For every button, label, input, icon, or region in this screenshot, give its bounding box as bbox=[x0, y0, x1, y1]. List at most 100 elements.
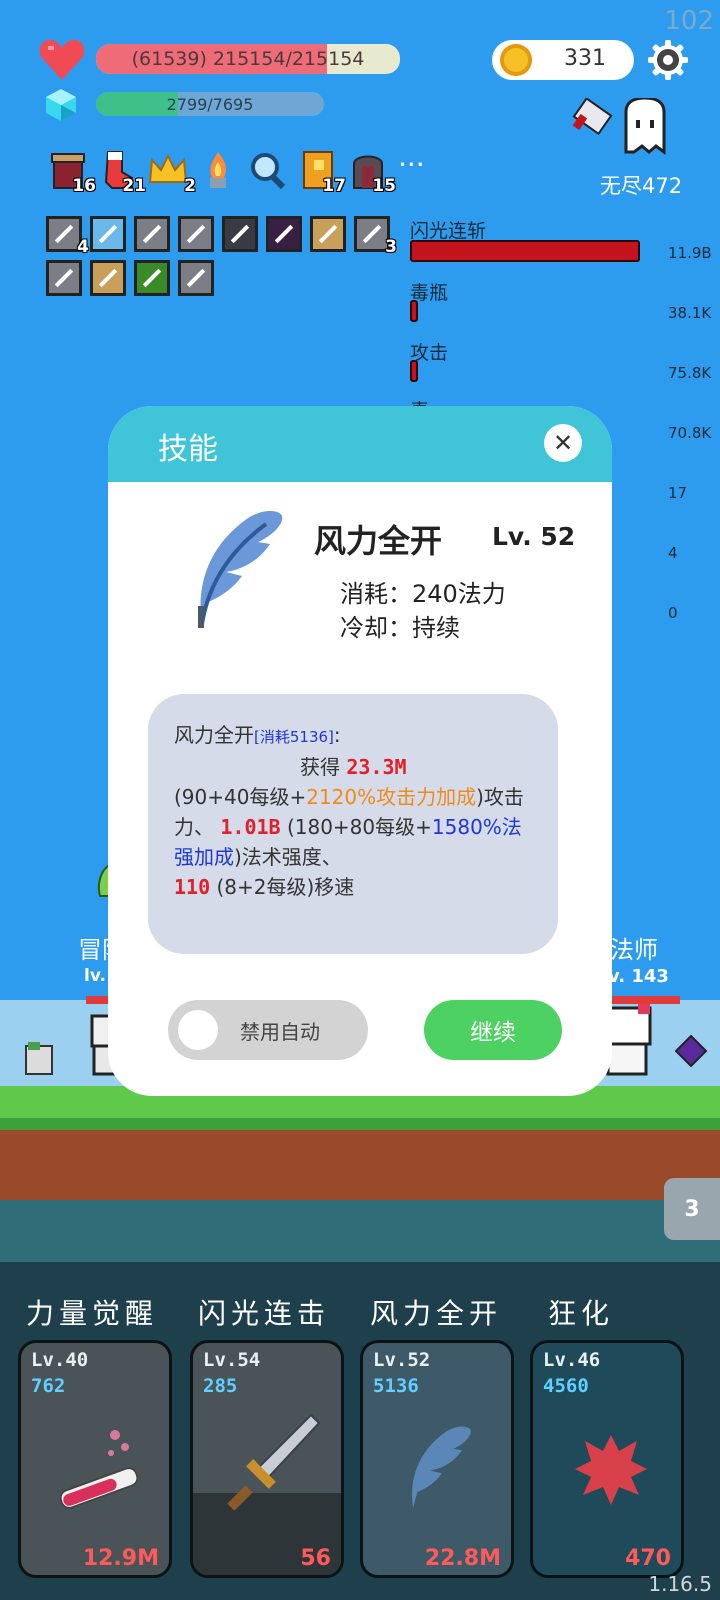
boss-icons bbox=[572, 98, 666, 155]
buff-slot[interactable] bbox=[310, 216, 346, 252]
side-tab-button[interactable]: 3 bbox=[664, 1178, 720, 1240]
pet-sprite bbox=[25, 1042, 53, 1075]
skill-card-wind-full[interactable]: Lv.52 5136 22.8M bbox=[360, 1340, 514, 1578]
enemy-level: v. 143 bbox=[608, 966, 669, 987]
buff-slot[interactable] bbox=[46, 260, 82, 296]
skill-card-label: 狂化 bbox=[548, 1297, 615, 1330]
skill-card-power-awaken[interactable]: Lv.40 762 12.9M bbox=[18, 1340, 172, 1578]
desc-cost-tag: [消耗5136] bbox=[254, 728, 334, 746]
skill-card-damage: 12.9M bbox=[82, 1546, 159, 1571]
toggle-label: 禁用自动 bbox=[240, 1020, 320, 1044]
desc-gain: 获得 bbox=[300, 755, 340, 779]
skill-card-level: Lv.40 bbox=[31, 1349, 89, 1371]
buff-slot[interactable]: 3 bbox=[354, 216, 397, 257]
skill-card-damage: 470 bbox=[625, 1546, 671, 1571]
coin-value: 331 bbox=[564, 46, 606, 71]
skill-card-level: Lv.54 bbox=[203, 1349, 261, 1371]
buff-slot[interactable] bbox=[134, 260, 170, 296]
damage-stat-value: 17 bbox=[668, 484, 688, 502]
skill-card-level: Lv.52 bbox=[373, 1349, 431, 1371]
skill-card-level: Lv.46 bbox=[543, 1349, 601, 1371]
desc-text: (8+2每级)移速 bbox=[216, 875, 355, 899]
item-row: 16 21 2 17 15 ··· bbox=[48, 150, 438, 196]
item-count: 16 bbox=[72, 176, 96, 196]
damage-stat-value: 38.1K bbox=[668, 304, 712, 322]
item-count: 15 bbox=[372, 176, 396, 196]
desc-magic-value: 1.01B bbox=[220, 815, 281, 839]
desc-text: (90+40每级+ bbox=[174, 785, 307, 809]
mana-gem-icon bbox=[46, 89, 76, 121]
gear-icon[interactable] bbox=[648, 40, 688, 80]
desc-text: )法术强度、 bbox=[234, 845, 342, 869]
buff-slot[interactable] bbox=[178, 260, 214, 296]
jar-icon[interactable]: 16 bbox=[48, 150, 96, 196]
buff-slot[interactable] bbox=[266, 216, 302, 252]
door-icon[interactable]: 15 bbox=[348, 150, 396, 196]
skill-level: Lv. 52 bbox=[492, 522, 576, 551]
water bbox=[0, 1200, 720, 1270]
skill-name: 风力全开 bbox=[314, 522, 443, 560]
buff-slot[interactable] bbox=[178, 216, 214, 252]
skill-card-label: 力量觉醒 bbox=[26, 1297, 159, 1330]
item-count: 2 bbox=[184, 176, 196, 196]
skill-card-cost: 5136 bbox=[373, 1375, 419, 1397]
buff-slot[interactable] bbox=[90, 260, 126, 296]
item-count: 17 bbox=[322, 176, 346, 196]
skill-description: 风力全开[消耗5136]: 获得 23.3M (90+40每级+2120%攻击力… bbox=[174, 720, 524, 902]
damage-stat-value: 11.9B bbox=[668, 244, 712, 262]
skill-card-damage: 56 bbox=[300, 1546, 331, 1571]
damage-stat-value: 0 bbox=[668, 604, 678, 622]
desc-attack-bonus: 2120%攻击力加成 bbox=[306, 785, 477, 809]
skill-card-label: 风力全开 bbox=[370, 1297, 503, 1330]
flame-icon[interactable] bbox=[198, 150, 238, 190]
feather-icon bbox=[198, 511, 283, 628]
mana-text: 2799/7695 bbox=[166, 94, 254, 114]
buff-slot[interactable] bbox=[90, 216, 126, 252]
buff-count: 3 bbox=[385, 237, 397, 257]
dark-crystal-icon bbox=[674, 1034, 708, 1068]
damage-stat-value: 4 bbox=[668, 544, 678, 562]
skill-card-berserk[interactable]: Lv.46 4560 470 bbox=[530, 1340, 684, 1578]
buff-count: 4 bbox=[77, 237, 89, 257]
desc-attack-value: 23.3M bbox=[346, 755, 407, 779]
buff-grid: 4 3 bbox=[46, 216, 406, 296]
heart-icon bbox=[39, 39, 85, 80]
close-button[interactable]: ✕ bbox=[544, 424, 582, 462]
skill-dialog: 技能 ✕ 风力全开 Lv. 52 消耗：240法力 冷却：持续 风力全开[消耗5… bbox=[108, 406, 612, 1096]
sword-icon bbox=[227, 1413, 321, 1511]
skill-cooldown: 冷却：持续 bbox=[340, 614, 460, 642]
desc-text: (180+80每级+ bbox=[286, 815, 432, 839]
endless-stage: 无尽472 bbox=[600, 174, 683, 198]
damage-stat-name: 闪光连斩 bbox=[410, 220, 487, 242]
sock-icon[interactable]: 21 bbox=[98, 150, 146, 196]
hp-text: (61539) 215154/215154 bbox=[131, 48, 365, 70]
desc-skill-name: 风力全开 bbox=[174, 723, 254, 747]
more-items-button[interactable]: ··· bbox=[398, 150, 438, 190]
buff-slot[interactable] bbox=[134, 216, 170, 252]
continue-button[interactable]: 继续 bbox=[424, 1000, 562, 1060]
book-icon[interactable]: 17 bbox=[298, 150, 346, 196]
coin-icon bbox=[500, 44, 532, 76]
desc-speed-value: 110 bbox=[174, 875, 211, 899]
ghost-icon bbox=[624, 98, 666, 155]
fps-counter: 102 bbox=[664, 6, 714, 36]
buff-slot[interactable]: 4 bbox=[46, 216, 89, 257]
close-icon: ✕ bbox=[552, 429, 574, 457]
magnifier-icon[interactable] bbox=[248, 150, 288, 190]
skill-card-flash-strike[interactable]: Lv.54 285 56 bbox=[190, 1340, 344, 1578]
item-count: 21 bbox=[122, 176, 146, 196]
dialog-title: 技能 bbox=[158, 432, 218, 467]
skill-cost: 消耗：240法力 bbox=[340, 580, 506, 608]
skill-card-cost: 285 bbox=[203, 1375, 238, 1397]
damage-bar bbox=[410, 300, 418, 322]
version-label: 1.16.5 bbox=[648, 1572, 712, 1596]
buff-slot[interactable] bbox=[222, 216, 258, 252]
mana-bar: 2799/7695 bbox=[96, 92, 324, 116]
skill-card-cost: 762 bbox=[31, 1375, 66, 1397]
disable-auto-toggle[interactable]: 禁用自动 bbox=[168, 1000, 368, 1060]
dialog-header: 技能 ✕ bbox=[108, 406, 612, 482]
crown-icon[interactable]: 2 bbox=[148, 150, 196, 196]
skill-description-box: 风力全开[消耗5136]: 获得 23.3M (90+40每级+2120%攻击力… bbox=[148, 694, 558, 954]
damage-bar bbox=[410, 240, 640, 262]
coin-counter: 331 bbox=[492, 40, 634, 80]
